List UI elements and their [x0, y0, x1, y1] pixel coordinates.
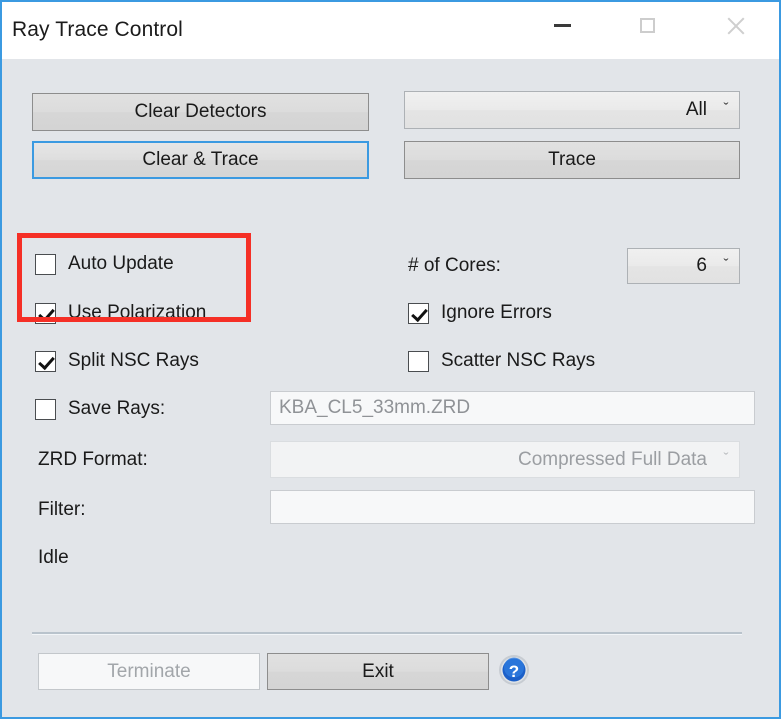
minimize-button[interactable] — [539, 2, 585, 49]
checkbox-checked-icon — [35, 302, 56, 324]
chevron-down-icon: ˇ — [723, 449, 729, 467]
dialog-body: Clear Detectors Clear & Trace All ˇ Trac… — [2, 59, 779, 717]
checkbox-save-rays[interactable]: Save Rays: — [35, 398, 165, 420]
ray-trace-control-window: Ray Trace Control Clear Detectors Clear … — [0, 0, 781, 719]
maximize-button[interactable] — [624, 2, 670, 49]
checkbox-box-icon — [35, 398, 56, 420]
terminate-button[interactable]: Terminate — [38, 653, 260, 690]
clear-detectors-button[interactable]: Clear Detectors — [32, 93, 369, 131]
close-button[interactable] — [712, 2, 758, 49]
chevron-down-icon: ˇ — [723, 100, 729, 117]
footer-divider — [32, 632, 742, 635]
checkbox-label: Split NSC Rays — [68, 350, 199, 371]
status-text: Idle — [38, 547, 69, 568]
chevron-down-icon: ˇ — [723, 256, 729, 273]
cores-dropdown[interactable]: 6 ˇ — [627, 248, 740, 284]
cores-dropdown-value: 6 — [696, 255, 707, 276]
checkbox-checked-icon — [408, 302, 429, 324]
trace-button[interactable]: Trace — [404, 141, 740, 179]
checkbox-label: Use Polarization — [68, 302, 207, 323]
checkbox-ignore-errors[interactable]: Ignore Errors — [408, 302, 552, 324]
zrd-format-dropdown-value: Compressed Full Data — [517, 448, 707, 470]
checkbox-label: Scatter NSC Rays — [441, 350, 596, 371]
help-question-icon[interactable]: ? — [498, 654, 530, 686]
checkbox-use-polarization[interactable]: Use Polarization — [35, 302, 206, 324]
checkbox-checked-icon — [35, 350, 56, 372]
checkbox-label: Auto Update — [68, 253, 174, 274]
exit-button[interactable]: Exit — [267, 653, 489, 690]
minimize-icon — [553, 24, 571, 27]
filter-label: Filter: — [38, 499, 86, 520]
checkbox-label: Ignore Errors — [441, 302, 552, 323]
scope-dropdown-value: All — [685, 99, 707, 120]
cores-label: # of Cores: — [408, 255, 501, 276]
clear-and-trace-button[interactable]: Clear & Trace — [32, 141, 369, 179]
checkbox-box-icon — [408, 350, 429, 372]
checkbox-split-nsc-rays[interactable]: Split NSC Rays — [35, 350, 199, 372]
zrd-format-label: ZRD Format: — [38, 449, 148, 470]
zrd-format-dropdown[interactable]: Compressed Full Data ˇ — [270, 441, 740, 478]
save-rays-filename-input[interactable] — [270, 391, 755, 425]
filter-input[interactable] — [270, 490, 755, 524]
checkbox-auto-update[interactable]: Auto Update — [35, 253, 174, 275]
checkbox-label: Save Rays: — [68, 398, 166, 419]
window-title: Ray Trace Control — [12, 18, 183, 41]
svg-text:?: ? — [509, 662, 519, 681]
title-bar: Ray Trace Control — [2, 2, 779, 59]
maximize-icon — [639, 18, 655, 33]
scope-dropdown[interactable]: All ˇ — [404, 91, 740, 129]
checkbox-box-icon — [35, 253, 56, 275]
checkbox-scatter-nsc-rays[interactable]: Scatter NSC Rays — [408, 350, 595, 372]
close-icon — [725, 16, 745, 36]
